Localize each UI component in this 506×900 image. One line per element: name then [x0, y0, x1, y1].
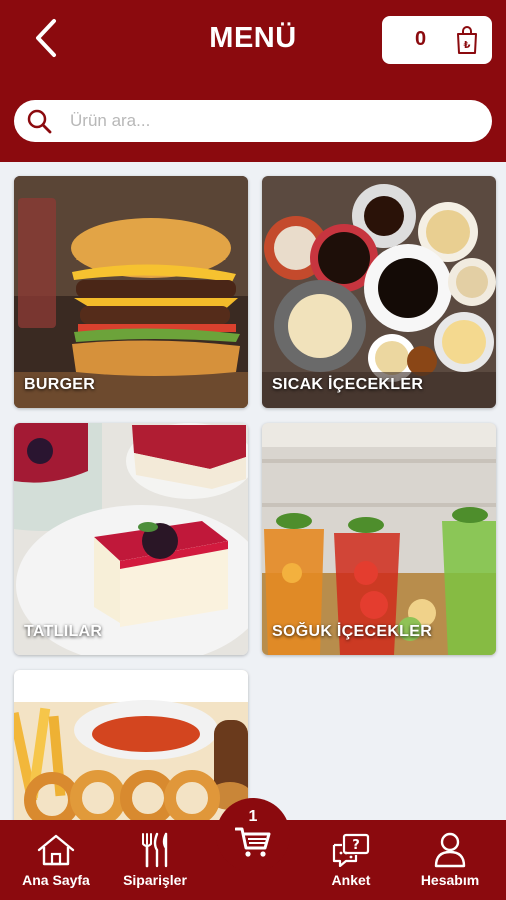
- category-card-desserts[interactable]: TATLILAR: [14, 423, 248, 655]
- category-label: SOĞUK İÇECEKLER: [272, 623, 433, 640]
- search-bar: [14, 100, 492, 142]
- nav-orders[interactable]: Siparişler: [112, 820, 198, 900]
- category-card-snacks[interactable]: [14, 670, 248, 830]
- cart-button[interactable]: 1: [216, 798, 290, 872]
- user-icon: [433, 832, 467, 868]
- snacks-image: [14, 670, 248, 830]
- cart-badge: 1: [248, 808, 258, 825]
- search-icon: [26, 108, 52, 134]
- shopping-bag-icon: ₺: [457, 26, 477, 54]
- svg-text:₺: ₺: [464, 40, 471, 51]
- shopping-cart-icon: [235, 827, 271, 857]
- fork-knife-icon: [137, 832, 173, 868]
- nav-home[interactable]: Ana Sayfa: [14, 820, 98, 900]
- svg-text:?: ?: [352, 838, 360, 853]
- nav-survey-label: Anket: [331, 872, 371, 888]
- burger-image: [14, 176, 248, 408]
- category-card-burger[interactable]: BURGER: [14, 176, 248, 408]
- cart-summary-button[interactable]: 0 ₺: [382, 16, 492, 64]
- category-label: SICAK İÇECEKLER: [272, 376, 424, 393]
- desserts-image: [14, 423, 248, 655]
- survey-chat-icon: ?: [332, 832, 370, 868]
- cold-drinks-image: [262, 423, 496, 655]
- search-input[interactable]: [68, 110, 452, 132]
- nav-home-label: Ana Sayfa: [22, 872, 90, 888]
- cart-count: 0: [415, 28, 427, 50]
- category-label: TATLILAR: [24, 623, 103, 640]
- header: MENÜ 0 ₺: [0, 0, 506, 162]
- hot-drinks-image: [262, 176, 496, 408]
- category-label: BURGER: [24, 376, 96, 393]
- nav-orders-label: Siparişler: [123, 872, 187, 888]
- nav-account-label: Hesabım: [420, 872, 480, 888]
- category-card-cold-drinks[interactable]: SOĞUK İÇECEKLER: [262, 423, 496, 655]
- nav-account[interactable]: Hesabım: [410, 820, 490, 900]
- home-icon: [36, 832, 76, 868]
- nav-survey[interactable]: ? Anket: [316, 820, 386, 900]
- category-card-hot-drinks[interactable]: SICAK İÇECEKLER: [262, 176, 496, 408]
